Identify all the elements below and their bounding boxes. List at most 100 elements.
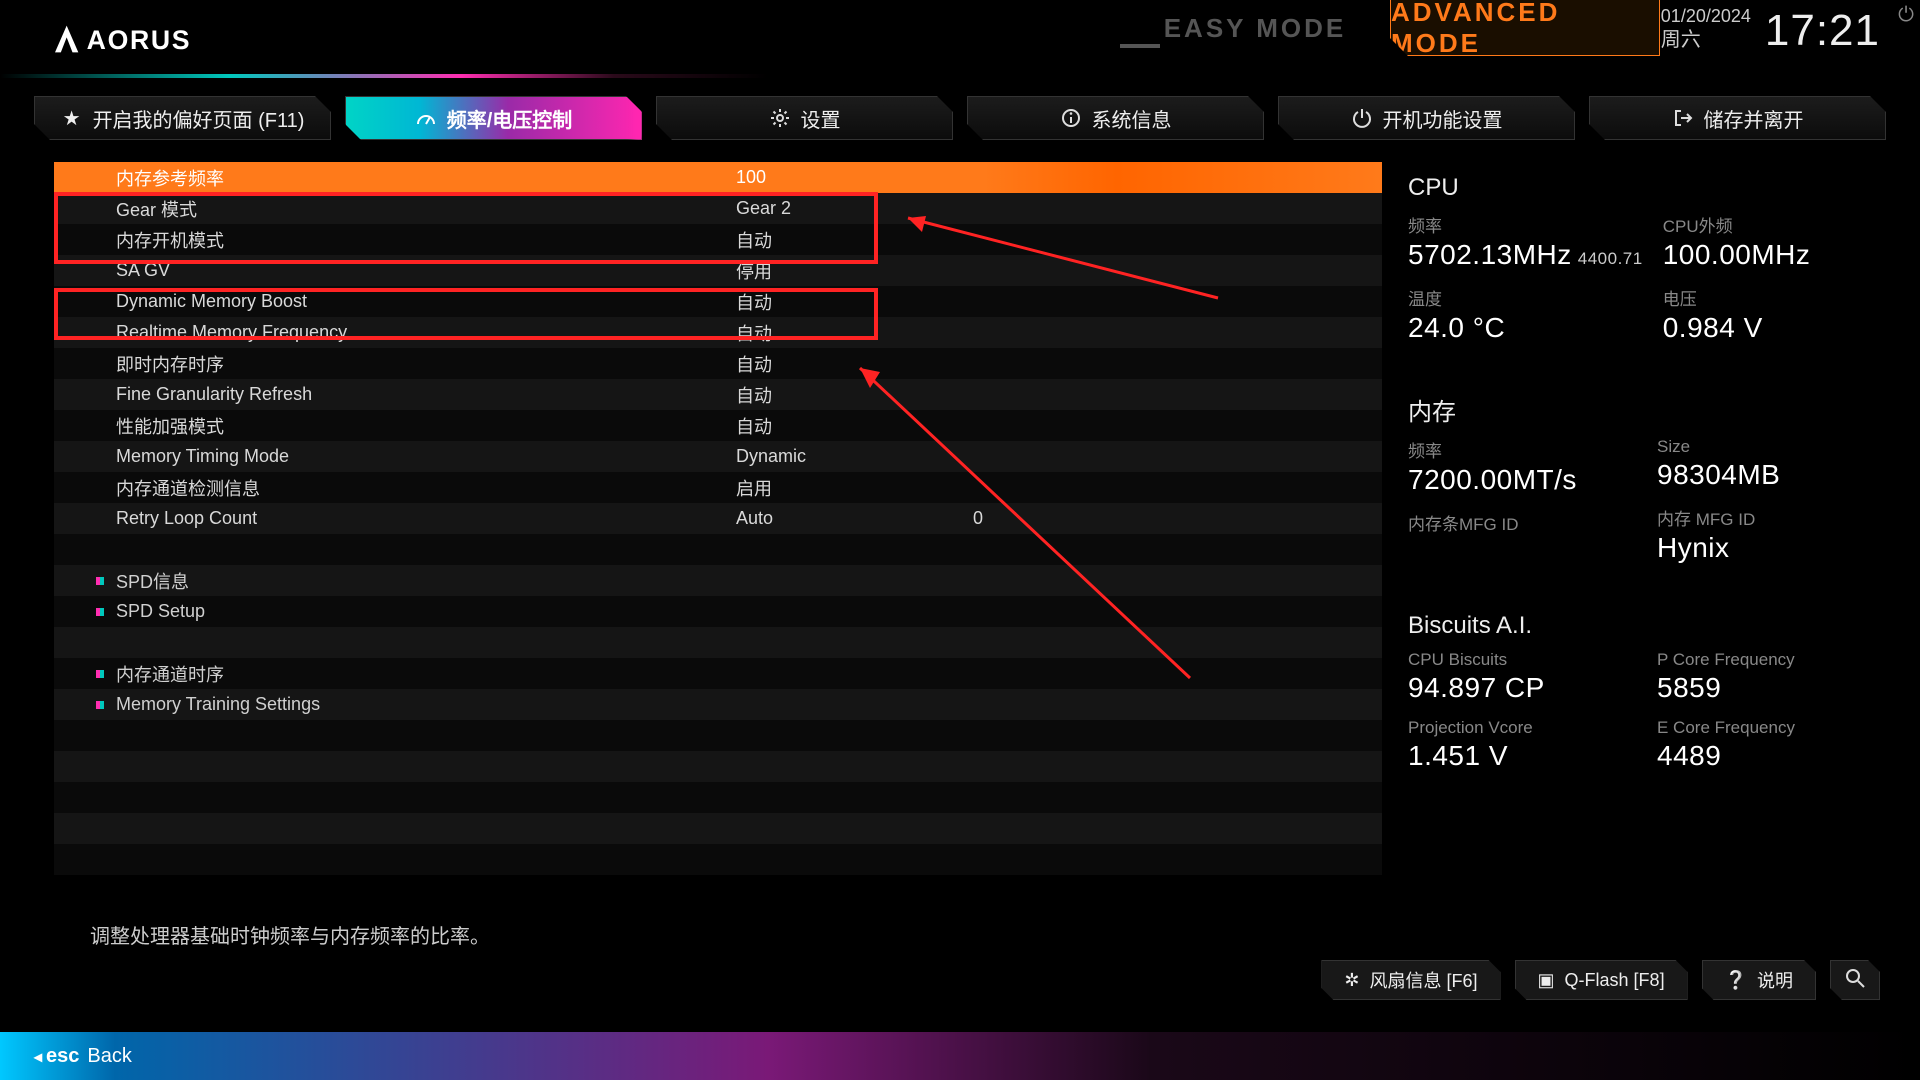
date-text: 01/20/2024 xyxy=(1661,6,1751,28)
fan-info-button[interactable]: ✲ 风扇信息 [F6] xyxy=(1321,960,1500,1000)
setting-row[interactable]: 性能加强模式自动 xyxy=(54,410,1382,441)
empty-row xyxy=(54,813,1382,844)
submenu-row[interactable]: 内存通道时序 xyxy=(54,658,1382,689)
setting-value: 自动 xyxy=(736,382,772,408)
nav-system-info[interactable]: 系统信息 xyxy=(967,96,1264,140)
mem-mfg2-value: Hynix xyxy=(1657,532,1886,564)
empty-row xyxy=(54,782,1382,813)
cpu-temp-value: 24.0 °C xyxy=(1408,312,1643,344)
setting-label: Memory Timing Mode xyxy=(116,446,736,467)
setting-row[interactable]: SA GV停用 xyxy=(54,255,1382,286)
header: AORUS EASY MODE ADVANCED MODE ⏻ 01/20/20… xyxy=(0,0,1920,78)
cpu-bclk-value: 100.00MHz xyxy=(1663,239,1886,271)
esc-key-label: esc xyxy=(34,1045,79,1068)
mode-tab-advanced[interactable]: ADVANCED MODE xyxy=(1390,0,1660,56)
gauge-icon xyxy=(415,107,437,129)
power-icon[interactable]: ⏻ xyxy=(1898,4,1914,27)
mem-size-value: 98304MB xyxy=(1657,459,1886,491)
mode-tab-easy[interactable]: EASY MODE xyxy=(1120,0,1390,56)
brand-logo: AORUS xyxy=(50,19,250,59)
empty-row xyxy=(54,844,1382,875)
cpu-volt-value: 0.984 V xyxy=(1663,312,1886,344)
submenu-label: Memory Training Settings xyxy=(116,694,736,715)
setting-label: Gear 模式 xyxy=(116,196,736,222)
time-text: 17:21 xyxy=(1765,6,1880,56)
settings-list: 内存参考频率100Gear 模式Gear 2内存开机模式自动SA GV停用Dyn… xyxy=(54,162,1382,875)
bottom-buttons: ✲ 风扇信息 [F6] ▣ Q-Flash [F8] ❔ 说明 xyxy=(1321,960,1880,1000)
setting-row[interactable]: Retry Loop CountAuto0 xyxy=(54,503,1382,534)
footer: esc Back xyxy=(0,1032,1920,1080)
empty-row xyxy=(54,720,1382,751)
setting-label: Fine Granularity Refresh xyxy=(116,384,736,405)
ai-title: Biscuits A.I. xyxy=(1408,612,1886,640)
setting-row[interactable]: Fine Granularity Refresh自动 xyxy=(54,379,1382,410)
help-button[interactable]: ❔ 说明 xyxy=(1702,960,1816,1000)
setting-value: 自动 xyxy=(736,320,772,346)
nav-label: 系统信息 xyxy=(1092,104,1172,133)
ai-cpub-value: 94.897 CP xyxy=(1408,672,1637,704)
setting-row[interactable]: 内存开机模式自动 xyxy=(54,224,1382,255)
help-text: 调整处理器基础时钟频率与内存频率的比率。 xyxy=(90,920,490,949)
cpu-title: CPU xyxy=(1408,174,1886,202)
setting-row[interactable]: 内存参考频率100 xyxy=(54,162,1382,193)
ai-ecore-label: E Core Frequency xyxy=(1657,718,1886,738)
datetime: 01/20/2024 周六 17:21 xyxy=(1661,6,1880,56)
memory-group: 内存 频率 7200.00MT/s 内存条MFG ID Size 98304MB… xyxy=(1408,392,1886,578)
ai-pvcore-value: 1.451 V xyxy=(1408,740,1637,772)
submenu-row[interactable]: SPD信息 xyxy=(54,565,1382,596)
setting-value: 启用 xyxy=(736,475,772,501)
submenu-row[interactable]: SPD Setup xyxy=(54,596,1382,627)
cpu-freq-value: 5702.13MHz4400.71 xyxy=(1408,239,1643,271)
setting-extra: 0 xyxy=(973,508,983,529)
setting-row[interactable]: 内存通道检测信息启用 xyxy=(54,472,1382,503)
submenu-label: SPD Setup xyxy=(116,601,736,622)
btn-label: 说明 xyxy=(1757,967,1793,993)
setting-row[interactable]: Gear 模式Gear 2 xyxy=(54,193,1382,224)
weekday-text: 周六 xyxy=(1661,28,1751,52)
nav-settings[interactable]: 设置 xyxy=(656,96,953,140)
info-panel: CPU 频率 5702.13MHz4400.71 温度 24.0 °C CPU外… xyxy=(1408,162,1886,875)
nav-favorites[interactable]: ★ 开启我的偏好页面 (F11) xyxy=(34,96,331,140)
setting-value: 100 xyxy=(736,167,766,188)
back-label: Back xyxy=(87,1045,131,1068)
setting-label: SA GV xyxy=(116,260,736,281)
cpu-volt-label: 电压 xyxy=(1663,285,1886,310)
mode-tabs: EASY MODE ADVANCED MODE xyxy=(1120,0,1660,56)
qflash-button[interactable]: ▣ Q-Flash [F8] xyxy=(1515,960,1688,1000)
setting-row[interactable]: 即时内存时序自动 xyxy=(54,348,1382,379)
ai-cpub-label: CPU Biscuits xyxy=(1408,650,1637,670)
nav-label: 频率/电压控制 xyxy=(447,104,573,133)
search-icon xyxy=(1845,968,1865,993)
mem-mfg2-label: 内存 MFG ID xyxy=(1657,505,1886,530)
star-icon: ★ xyxy=(61,107,83,129)
nav-tweaker[interactable]: 频率/电压控制 xyxy=(345,96,642,140)
setting-value: Gear 2 xyxy=(736,198,791,219)
setting-label: 内存通道检测信息 xyxy=(116,475,736,501)
setting-value: 自动 xyxy=(736,413,772,439)
cpu-group: CPU 频率 5702.13MHz4400.71 温度 24.0 °C CPU外… xyxy=(1408,174,1886,358)
setting-row[interactable]: Realtime Memory Frequency自动 xyxy=(54,317,1382,348)
nav-boot[interactable]: 开机功能设置 xyxy=(1278,96,1575,140)
setting-value: 自动 xyxy=(736,227,772,253)
setting-label: 即时内存时序 xyxy=(116,351,736,377)
nav-label: 设置 xyxy=(801,104,841,133)
fan-icon: ✲ xyxy=(1344,970,1359,991)
top-nav: ★ 开启我的偏好页面 (F11) 频率/电压控制 设置 系统信息 开机功能设置 … xyxy=(0,78,1920,140)
ai-pcore-label: P Core Frequency xyxy=(1657,650,1886,670)
setting-row[interactable]: Memory Timing ModeDynamic xyxy=(54,441,1382,472)
esc-back-button[interactable]: esc Back xyxy=(34,1045,132,1068)
search-button[interactable] xyxy=(1830,960,1880,1000)
spacer-row xyxy=(54,534,1382,565)
setting-label: 内存开机模式 xyxy=(116,227,736,253)
setting-label: Dynamic Memory Boost xyxy=(116,291,736,312)
cpu-bclk-label: CPU外频 xyxy=(1663,212,1886,237)
setting-row[interactable]: Dynamic Memory Boost自动 xyxy=(54,286,1382,317)
nav-save-exit[interactable]: 储存并离开 xyxy=(1589,96,1886,140)
ai-pcore-value: 5859 xyxy=(1657,672,1886,704)
nav-label: 储存并离开 xyxy=(1704,104,1804,133)
ai-ecore-value: 4489 xyxy=(1657,740,1886,772)
submenu-row[interactable]: Memory Training Settings xyxy=(54,689,1382,720)
info-icon xyxy=(1060,107,1082,129)
empty-row xyxy=(54,751,1382,782)
gear-icon xyxy=(769,107,791,129)
